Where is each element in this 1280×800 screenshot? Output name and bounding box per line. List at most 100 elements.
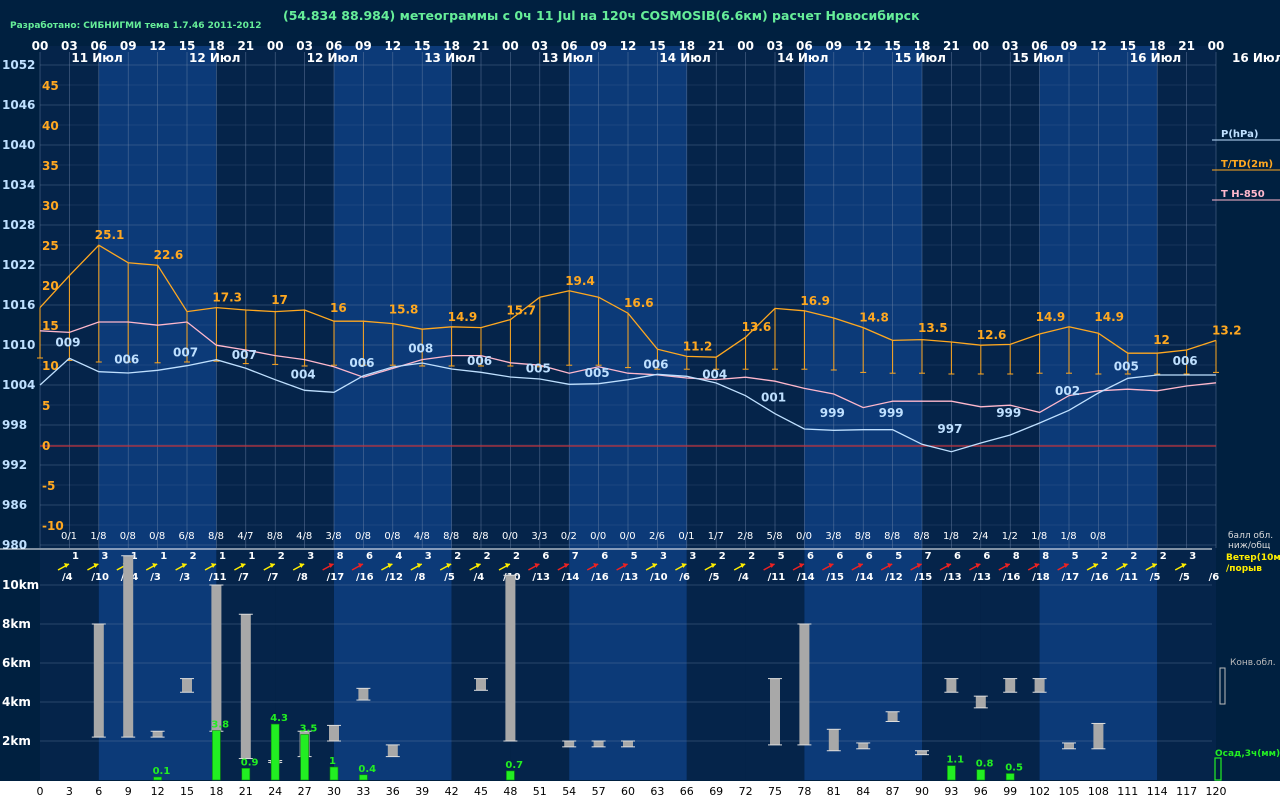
pressure-value-label: 006 — [467, 354, 492, 368]
precip-value-label: 0.5 — [1005, 763, 1023, 774]
wind-speed-label: 6 — [866, 551, 873, 562]
wind-speed-label: 2 — [1160, 551, 1167, 562]
wind-gust-label: /17 — [1062, 572, 1080, 583]
temperature-value-label: 25.1 — [95, 228, 125, 242]
wind-speed-label: 2 — [748, 551, 755, 562]
wind-gust-label: /6 — [1209, 572, 1220, 583]
bottom-hour-label: 36 — [386, 785, 400, 798]
cloud-cover-label: 0/1 — [678, 531, 694, 542]
temperature-tick-label: -5 — [42, 479, 55, 493]
convective-cloud-bar — [211, 585, 222, 732]
temperature-value-label: 16.6 — [624, 296, 654, 310]
pressure-value-label: 006 — [1173, 354, 1198, 368]
pressure-value-label: 005 — [1114, 359, 1139, 373]
wind-gust-label: /3 — [180, 572, 191, 583]
wind-speed-label: 1 — [248, 551, 255, 562]
pressure-tick-label: 1016 — [2, 298, 35, 312]
cloud-cover-label: 0/0 — [502, 531, 518, 542]
wind-speed-label: 2 — [1101, 551, 1108, 562]
wind-gust-label: /10 — [91, 572, 109, 583]
wind-gust-label: /5 — [709, 572, 720, 583]
pressure-value-label: 999 — [996, 406, 1021, 420]
top-hour-label: 00 — [32, 39, 49, 53]
date-label: 14 Июл — [659, 51, 710, 65]
convective-legend: Конв.обл. — [1230, 658, 1276, 668]
wind-gust-label: /16 — [1091, 572, 1109, 583]
cloud-cover-label: 4/7 — [237, 531, 253, 542]
top-hour-label: 12 — [1090, 39, 1107, 53]
bottom-hour-label: 60 — [621, 785, 635, 798]
wind-gust-label: /8 — [415, 572, 426, 583]
bottom-hour-label: 57 — [592, 785, 606, 798]
wind-gust-label: /13 — [973, 572, 991, 583]
convective-cloud-bar — [946, 678, 957, 693]
bottom-hour-label: 48 — [503, 785, 517, 798]
wind-gust-label: /5 — [1179, 572, 1190, 583]
cloud-cover-label: 2/6 — [649, 531, 665, 542]
bottom-hour-label: 9 — [125, 785, 132, 798]
cloud-cover-label: 0/8 — [1090, 531, 1106, 542]
bottom-hour-label: 117 — [1176, 785, 1197, 798]
cloud-cover-label: 1/8 — [943, 531, 959, 542]
convective-cloud-bar — [623, 741, 633, 747]
wind-speed-label: 2 — [454, 551, 461, 562]
pressure-value-label: 008 — [408, 341, 433, 355]
wind-speed-label: 3 — [425, 551, 432, 562]
date-label: 14 Июл — [777, 51, 828, 65]
bottom-hour-label: 105 — [1059, 785, 1080, 798]
convective-cloud-bar — [387, 744, 398, 757]
height-tick-label: 8km — [2, 617, 31, 631]
pressure-value-label: 009 — [55, 335, 80, 349]
wind-gust-label: /12 — [885, 572, 903, 583]
wind-speed-label: 2 — [190, 551, 197, 562]
date-label: 13 Июл — [542, 51, 593, 65]
temperature-value-label: 15.8 — [389, 303, 419, 317]
precip-value-label: 0.8 — [976, 759, 994, 770]
temperature-value-label: 17.3 — [212, 291, 242, 305]
wind-speed-label: 2 — [1130, 551, 1137, 562]
precip-bar — [241, 767, 251, 781]
precip-legend: Осад,3ч(мм) — [1215, 749, 1280, 759]
wind-speed-label: 8 — [1013, 551, 1020, 562]
precip-value-label: 0.4 — [358, 764, 376, 775]
temperature-value-label: 14.9 — [1036, 310, 1066, 324]
cloud-cover-label: 2/8 — [737, 531, 753, 542]
pressure-tick-label: 986 — [2, 498, 27, 512]
wind-gust-label: /3 — [150, 572, 161, 583]
precip-value-label: 3.8 — [211, 720, 229, 731]
wind-gust-label: /13 — [944, 572, 962, 583]
pressure-value-label: 004 — [291, 367, 316, 381]
pressure-tick-label: 1010 — [2, 338, 35, 352]
wind-speed-label: 2 — [484, 551, 491, 562]
bottom-hour-label: 90 — [915, 785, 929, 798]
wind-gust-label: /11 — [768, 572, 786, 583]
cloud-cover-label: 2/4 — [972, 531, 988, 542]
precip-value-label: 1.1 — [946, 755, 964, 766]
cloud-cover-legend2: ниж/общ — [1228, 541, 1271, 551]
cloud-cover-label: 1/8 — [1031, 531, 1047, 542]
bottom-hour-label: 33 — [356, 785, 370, 798]
temperature-value-label: 14.9 — [1094, 310, 1124, 324]
bottom-hour-label: 18 — [209, 785, 223, 798]
pressure-tick-label: 1004 — [2, 378, 35, 392]
temperature-tick-label: 35 — [42, 159, 59, 173]
wind-speed-label: 6 — [807, 551, 814, 562]
height-tick-label: 6km — [2, 656, 31, 670]
wind-gust-label: /14 — [797, 572, 815, 583]
convective-cloud-bar — [1093, 723, 1104, 749]
date-label: 16 Июл — [1130, 51, 1181, 65]
cloud-cover-label: 1/7 — [708, 531, 724, 542]
wind-gust-label: /7 — [268, 572, 279, 583]
cloud-cover-label: 0/0 — [620, 531, 636, 542]
pressure-value-label: 005 — [585, 366, 610, 380]
temperature-value-label: 15.7 — [506, 303, 536, 317]
date-label: 13 Июл — [424, 51, 475, 65]
convective-cloud-bar — [123, 555, 134, 738]
wind-speed-label: 8 — [337, 551, 344, 562]
cloud-cover-label: 5/8 — [767, 531, 783, 542]
pressure-tick-label: 1040 — [2, 138, 35, 152]
pressure-value-label: 005 — [526, 361, 551, 375]
wind-gust-label: /8 — [297, 572, 308, 583]
pressure-value-label: 999 — [879, 406, 904, 420]
wind-gust-label: /16 — [356, 572, 374, 583]
